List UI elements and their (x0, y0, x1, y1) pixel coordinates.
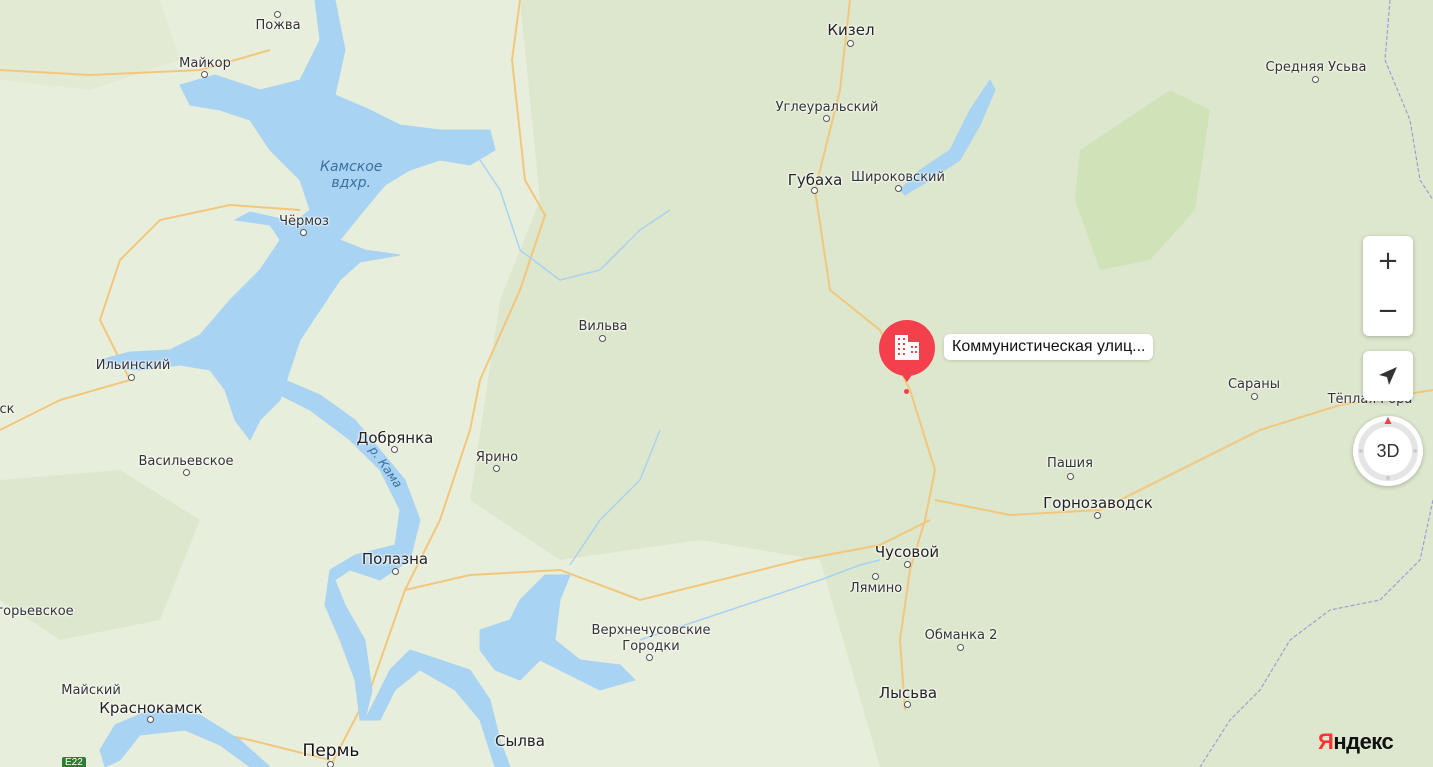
settlement-dot (1312, 76, 1319, 83)
settlement-dot (274, 11, 281, 18)
place-label[interactable]: Ильинский (96, 358, 171, 373)
place-label[interactable]: Углеуральский (776, 100, 879, 115)
navigation-arrow-icon (1379, 367, 1397, 385)
settlement-dot (1067, 473, 1074, 480)
settlement-dot (1094, 512, 1101, 519)
place-label[interactable]: Васильевское (138, 454, 233, 469)
place-label[interactable]: Сылва (495, 732, 545, 750)
place-label[interactable]: Лямино (850, 581, 902, 596)
settlement-dot (391, 446, 398, 453)
zoom-in-button[interactable]: + (1363, 236, 1413, 286)
place-label[interactable]: Городки (622, 639, 679, 654)
settlement-dot (811, 187, 818, 194)
settlement-dot (872, 573, 879, 580)
place-label[interactable]: Горнозаводск (1043, 494, 1153, 512)
place-label[interactable]: Майкор (179, 56, 231, 71)
settlement-dot (392, 568, 399, 575)
place-label[interactable]: Пожва (255, 18, 300, 33)
settlement-dot (327, 761, 334, 767)
compass-control[interactable]: 3D (1353, 416, 1423, 486)
place-label[interactable]: Сараны (1228, 377, 1280, 392)
logo-first-letter: Я (1318, 729, 1334, 754)
settlement-dot (147, 716, 154, 723)
place-label[interactable]: Ярино (476, 450, 518, 465)
settlement-dot (904, 701, 911, 708)
place-label[interactable]: Чёрмоз (279, 214, 329, 229)
plus-icon: + (1377, 246, 1399, 276)
place-label[interactable]: Пашия (1047, 456, 1093, 471)
settlement-dot (300, 229, 307, 236)
settlement-dot (823, 115, 830, 122)
minus-icon: − (1377, 296, 1399, 326)
place-label[interactable]: Обманка 2 (925, 628, 998, 643)
reservoir-label-line1: Камское (320, 159, 383, 175)
road-number-badge: E22 (62, 757, 86, 767)
pin-label[interactable]: Коммунистическая улиц... (944, 334, 1154, 360)
settlement-dot (128, 374, 135, 381)
place-label[interactable]: Добрянка (357, 429, 434, 447)
map-canvas[interactable]: Камское вдхр. р. Кама Пожва Майкор Кизел… (0, 0, 1433, 767)
settlement-dot (183, 469, 190, 476)
settlement-dot (895, 185, 902, 192)
reservoir-label: Камское вдхр. (320, 159, 382, 191)
reservoir-label-line2: вдхр. (331, 175, 371, 191)
location-pin[interactable] (878, 320, 936, 382)
place-label[interactable]: Верхнечусовские (592, 623, 711, 638)
place-label[interactable]: Чусовой (875, 543, 939, 561)
zoom-out-button[interactable]: − (1363, 286, 1413, 336)
place-label[interactable]: Лысьва (879, 684, 937, 702)
settlement-dot (201, 71, 208, 78)
settlement-dot (904, 561, 911, 568)
settlement-dot (599, 335, 606, 342)
place-label[interactable]: Средняя Усьва (1266, 60, 1367, 75)
zoom-control: + − (1363, 236, 1413, 336)
place-label[interactable]: ск (0, 402, 15, 417)
pin-shape (879, 320, 935, 382)
yandex-logo[interactable]: Яндекс (1318, 729, 1394, 755)
place-label[interactable]: Майский (61, 683, 121, 698)
settlement-dot (957, 644, 964, 651)
settlement-dot (646, 654, 653, 661)
view-3d-button[interactable]: 3D (1353, 416, 1423, 486)
place-label[interactable]: Полазна (362, 550, 428, 568)
place-label[interactable]: Широковский (851, 170, 945, 185)
place-label[interactable]: Пермь (303, 741, 360, 761)
place-label[interactable]: Кизел (827, 21, 874, 39)
map-background (0, 0, 1433, 767)
place-label[interactable]: Краснокамск (99, 699, 202, 717)
settlement-dot (1251, 393, 1258, 400)
logo-rest: ндекс (1333, 729, 1394, 754)
geolocation-button[interactable] (1363, 351, 1413, 401)
place-label[interactable]: Вильва (579, 319, 628, 334)
settlement-dot (493, 465, 500, 472)
place-label[interactable]: горьевское (0, 604, 74, 619)
pin-point (904, 389, 909, 394)
settlement-dot (847, 40, 854, 47)
